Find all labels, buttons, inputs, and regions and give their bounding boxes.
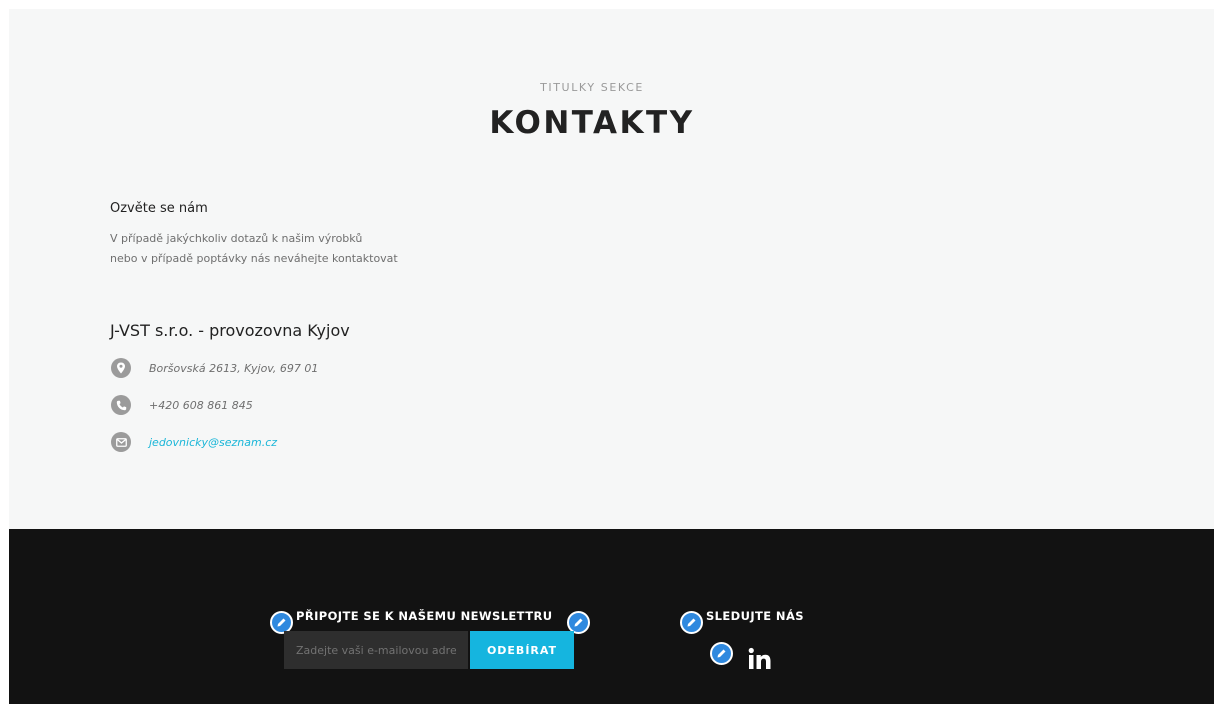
edit-pencil-icon[interactable] <box>710 642 733 665</box>
map-marker-icon <box>111 358 131 378</box>
newsletter-email-input[interactable] <box>284 631 468 669</box>
email-link[interactable]: jedovnicky@seznam.cz <box>149 436 277 449</box>
phone-icon <box>111 395 131 415</box>
intro-heading: Ozvěte se nám <box>110 201 208 216</box>
envelope-icon <box>111 432 131 452</box>
follow-heading: SLEDUJTE NÁS <box>706 609 804 623</box>
subscribe-button[interactable]: ODEBÍRAT <box>470 631 574 669</box>
intro-line-2: nebo v případě poptávky nás neváhejte ko… <box>110 252 398 265</box>
phone-row: +420 608 861 845 <box>111 395 253 415</box>
linkedin-icon[interactable] <box>747 646 773 672</box>
email-row: jedovnicky@seznam.cz <box>111 432 277 452</box>
section-subtitle: TITULKY SEKCE <box>540 81 644 94</box>
address-row: Boršovská 2613, Kyjov, 697 01 <box>111 358 318 378</box>
edit-pencil-icon[interactable] <box>680 611 703 634</box>
intro-text: V případě jakýchkoliv dotazů k našim výr… <box>110 229 398 269</box>
company-name: J-VST s.r.o. - provozovna Kyjov <box>110 321 350 340</box>
contact-section: TITULKY SEKCE KONTAKTY Ozvěte se nám V p… <box>9 9 1214 529</box>
footer: PŘIPOJTE SE K NAŠEMU NEWSLETTRU ODEBÍRAT… <box>9 529 1214 704</box>
intro-line-1: V případě jakýchkoliv dotazů k našim výr… <box>110 232 363 245</box>
phone-text: +420 608 861 845 <box>149 398 253 412</box>
newsletter-heading: PŘIPOJTE SE K NAŠEMU NEWSLETTRU <box>296 609 553 623</box>
section-title: KONTAKTY <box>489 105 695 141</box>
page: TITULKY SEKCE KONTAKTY Ozvěte se nám V p… <box>9 9 1214 704</box>
address-text: Boršovská 2613, Kyjov, 697 01 <box>149 361 319 375</box>
